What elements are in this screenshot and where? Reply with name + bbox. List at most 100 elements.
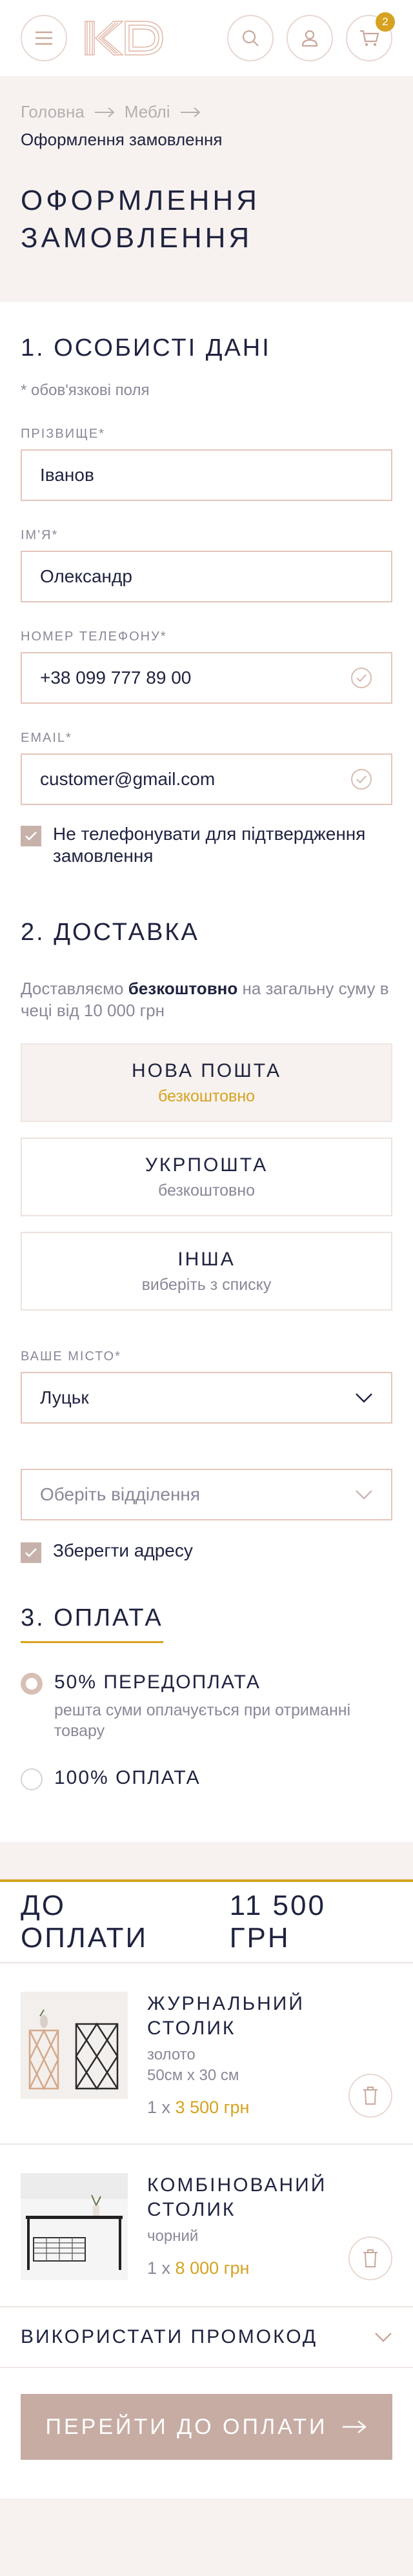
payment-option-prepay[interactable]: 50% ПЕРЕДОПЛАТА решта суми оплачується п…	[21, 1671, 392, 1741]
remove-item-button[interactable]	[348, 2236, 392, 2280]
delivery-option-title: ІНША	[177, 1248, 236, 1270]
name-field[interactable]: Олександр	[21, 551, 392, 602]
hamburger-icon	[35, 31, 52, 45]
delivery-section-title: 2. ДОСТАВКА	[21, 919, 199, 946]
payment-option-title: 50% ПЕРЕДОПЛАТА	[54, 1671, 261, 1693]
surname-value: Іванов	[40, 465, 94, 485]
product-name[interactable]: ЖУРНАЛЬНИЙ СТОЛИК	[147, 1992, 392, 2041]
brand-logo[interactable]	[84, 20, 164, 56]
branch-select[interactable]: Оберіть відділення	[21, 1469, 392, 1520]
phone-label: НОМЕР ТЕЛЕФОНУ*	[21, 629, 167, 644]
phone-value: +38 099 777 89 00	[40, 668, 192, 688]
city-label: ВАШЕ МІСТО*	[21, 1349, 121, 1364]
section-gap	[0, 1842, 413, 1879]
no-call-checkbox-row[interactable]: Не телефонувати для підтвердження замовл…	[21, 823, 392, 867]
cta-label: ПЕРЕЙТИ ДО ОПЛАТИ	[45, 2414, 328, 2439]
surname-field[interactable]: Іванов	[21, 449, 392, 501]
radio-selected[interactable]	[21, 1673, 43, 1695]
proceed-to-payment-button[interactable]: ПЕРЕЙТИ ДО ОПЛАТИ	[21, 2394, 392, 2460]
check-circle-icon	[351, 769, 372, 790]
checkmark-icon	[25, 1548, 37, 1557]
radio-unselected[interactable]	[21, 1768, 43, 1790]
delivery-option-other[interactable]: ІНША виберіть з списку	[21, 1232, 392, 1311]
search-icon	[242, 30, 259, 46]
surname-label: ПРІЗВИЩЕ*	[21, 427, 105, 441]
page-heading: Головна Меблі Оформлення замовлення ОФОР…	[0, 76, 413, 302]
save-address-label: Зберегти адресу	[53, 1540, 193, 1560]
product-qty: 1 х	[147, 2258, 171, 2278]
delivery-note-prefix: Доставляємо	[21, 979, 124, 998]
promo-label: ВИКОРИСТАТИ ПРОМОКОД	[21, 2326, 318, 2347]
chevron-down-icon	[356, 1393, 372, 1403]
chevron-down-icon	[356, 1490, 372, 1500]
delivery-note-bold: безкоштовно	[128, 979, 238, 998]
breadcrumb-furniture[interactable]: Меблі	[125, 102, 170, 122]
no-call-checkbox[interactable]	[21, 826, 41, 846]
page-title: ОФОРМЛЕННЯ ЗАМОВЛЕННЯ	[21, 182, 392, 302]
payment-option-title: 100% ОПЛАТА	[54, 1767, 201, 1788]
cart-icon	[360, 30, 379, 46]
product-image-coffee-table[interactable]	[21, 1992, 128, 2099]
breadcrumb-current: Оформлення замовлення	[21, 130, 223, 149]
checkmark-icon	[25, 832, 37, 841]
promo-code-toggle[interactable]: ВИКОРИСТАТИ ПРОМОКОД	[21, 2307, 392, 2367]
kd-logo-icon	[85, 21, 163, 56]
cart-item: КОМБІНОВАНИЙ СТОЛИК чорний 1 х 8 000 грн	[21, 2145, 392, 2306]
payment-option-full[interactable]: 100% ОПЛАТА	[21, 1767, 392, 1790]
divider	[0, 2367, 413, 2368]
total-value: 11 500 ГРН	[229, 1890, 326, 1954]
save-address-row[interactable]: Зберегти адресу	[21, 1540, 392, 1563]
delivery-option-title: УКРПОШТА	[145, 1154, 268, 1176]
trash-icon	[363, 2249, 378, 2267]
trash-icon	[363, 2087, 378, 2105]
delivery-note: Доставляємо безкоштовно на загальну суму…	[21, 977, 392, 1021]
no-call-label: Не телефонувати для підтвердження замовл…	[53, 824, 366, 866]
breadcrumb: Головна Меблі	[21, 102, 392, 122]
combined-table-image	[21, 2173, 128, 2280]
product-image-combined-table[interactable]	[21, 2173, 128, 2280]
search-button[interactable]	[227, 15, 274, 61]
menu-button[interactable]	[21, 15, 67, 61]
name-value: Олександр	[40, 566, 132, 586]
email-label: EMAIL*	[21, 731, 72, 745]
page-bottom	[0, 2499, 413, 2570]
page-title-line2: ЗАМОВЛЕННЯ	[21, 222, 253, 254]
product-qty: 1 х	[147, 2098, 171, 2117]
payment-section-title: 3. ОПЛАТА	[21, 1604, 163, 1643]
payment-option-sub: решта суми оплачується при отриманні тов…	[54, 1701, 351, 1740]
delivery-option-ukrposhta[interactable]: УКРПОШТА безкоштовно	[21, 1138, 392, 1216]
email-value: customer@gmail.com	[40, 769, 216, 789]
chevron-down-icon	[375, 2333, 392, 2342]
delivery-option-title: НОВА ПОШТА	[131, 1059, 282, 1081]
total-label: ДО ОПЛАТИ	[21, 1890, 148, 1954]
checkout-form: 1. ОСОБИСТІ ДАНІ * обов'язкові поля ПРІЗ…	[0, 302, 413, 1842]
coffee-table-image	[21, 1992, 128, 2099]
cart-count-badge: 2	[376, 12, 395, 32]
city-value: Луцьк	[40, 1387, 89, 1407]
remove-item-button[interactable]	[348, 2074, 392, 2118]
arrow-right-icon	[180, 107, 201, 118]
cart-button[interactable]: 2	[346, 12, 395, 61]
product-price: 8 000 грн	[175, 2258, 250, 2278]
phone-field[interactable]: +38 099 777 89 00	[21, 652, 392, 704]
account-button[interactable]	[287, 15, 333, 61]
total-row: ДО ОПЛАТИ 11 500 ГРН	[21, 1882, 392, 1962]
delivery-option-sub: виберіть з списку	[141, 1275, 272, 1294]
order-summary: ДО ОПЛАТИ 11 500 ГРН ЖУРНАЛЬНИЙ СТОЛИК з…	[0, 1879, 413, 2499]
delivery-option-sub: безкоштовно	[157, 1181, 256, 1200]
check-circle-icon	[351, 668, 372, 688]
product-color: золото	[147, 2046, 196, 2063]
delivery-option-sub: безкоштовно	[157, 1087, 256, 1105]
breadcrumb-home[interactable]: Головна	[21, 102, 85, 122]
arrow-right-icon	[94, 107, 115, 118]
product-name[interactable]: КОМБІНОВАНИЙ СТОЛИК	[147, 2173, 392, 2222]
save-address-checkbox[interactable]	[21, 1542, 41, 1563]
product-price: 3 500 грн	[175, 2098, 250, 2117]
branch-placeholder: Оберіть відділення	[40, 1484, 201, 1504]
user-icon	[301, 30, 318, 47]
email-field[interactable]: customer@gmail.com	[21, 753, 392, 805]
city-select[interactable]: Луцьк	[21, 1372, 392, 1424]
cart-item: ЖУРНАЛЬНИЙ СТОЛИК золото 50см х 30 см 1 …	[21, 1963, 392, 2143]
delivery-option-nova-poshta[interactable]: НОВА ПОШТА безкоштовно	[21, 1043, 392, 1122]
name-label: ІМ'Я*	[21, 528, 59, 542]
